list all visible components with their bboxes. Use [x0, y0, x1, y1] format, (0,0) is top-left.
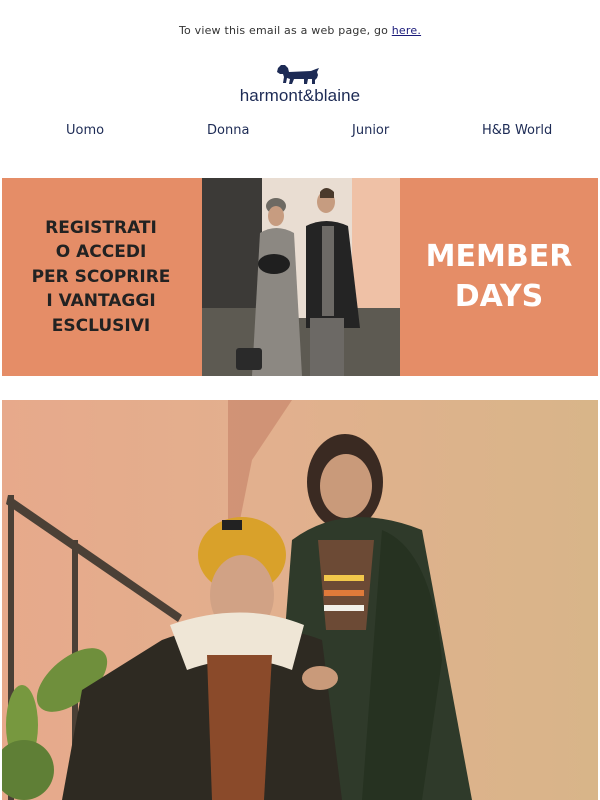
- member-days-title: MEMBER DAYS: [425, 239, 573, 314]
- banner-right-panel: MEMBER DAYS: [400, 178, 598, 376]
- web-version-link[interactable]: here.: [392, 24, 421, 37]
- hero-couple-photo: [2, 400, 598, 800]
- main-nav: Uomo Donna Junior H&B World: [0, 123, 600, 143]
- preheader: To view this email as a web page, go her…: [0, 24, 600, 37]
- banner-cta-text: REGISTRATI O ACCEDI PER SCOPRIRE I VANTA…: [31, 217, 171, 336]
- hero-image[interactable]: [2, 400, 598, 800]
- nav-item-donna[interactable]: Donna: [207, 123, 249, 138]
- banner-left-panel: REGISTRATI O ACCEDI PER SCOPRIRE I VANTA…: [2, 178, 200, 376]
- banner-photo: [202, 178, 400, 376]
- nav-item-uomo[interactable]: Uomo: [66, 123, 104, 138]
- dachshund-icon: [277, 65, 319, 84]
- banner-couple-image: [202, 178, 400, 376]
- brand-logo[interactable]: harmont&blaine: [0, 62, 600, 106]
- nav-item-hb-world[interactable]: H&B World: [482, 123, 552, 138]
- brand-name: harmont&blaine: [239, 86, 361, 105]
- member-days-banner[interactable]: REGISTRATI O ACCEDI PER SCOPRIRE I VANTA…: [2, 178, 598, 376]
- preheader-text: To view this email as a web page, go: [178, 24, 392, 37]
- nav-item-junior[interactable]: Junior: [352, 123, 389, 138]
